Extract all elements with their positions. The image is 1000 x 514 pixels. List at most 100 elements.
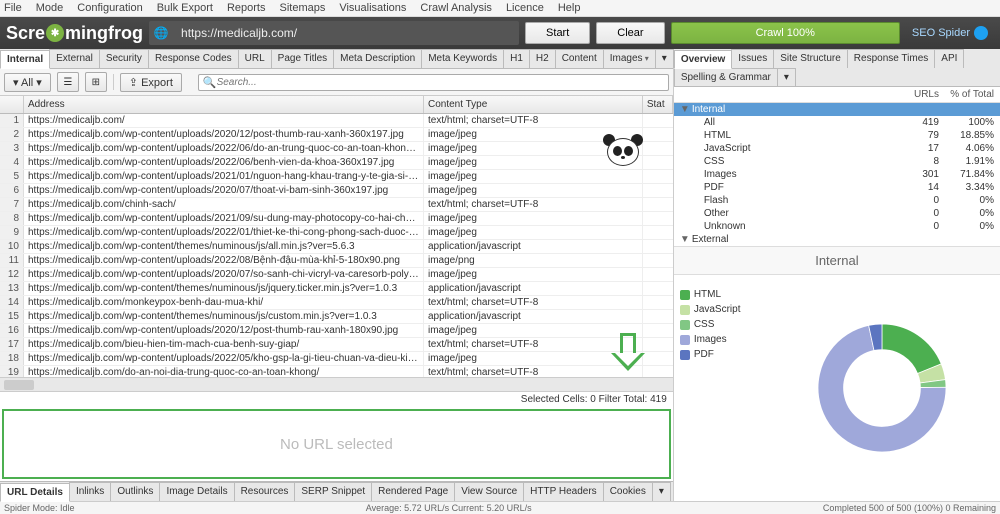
tab-meta-description[interactable]: Meta Description [333, 49, 422, 68]
menu-bulk-export[interactable]: Bulk Export [157, 2, 213, 14]
start-button[interactable]: Start [525, 22, 590, 44]
btab-resources[interactable]: Resources [234, 482, 296, 501]
row-content-type: image/jpeg [424, 268, 643, 281]
h-scrollbar[interactable] [0, 377, 673, 391]
tab-more-icon[interactable]: ▾ [655, 49, 674, 68]
tree-item-pdf[interactable]: PDF143.34% [674, 181, 1000, 194]
btab-outlinks[interactable]: Outlinks [110, 482, 160, 501]
table-row[interactable]: 14https://medicaljb.com/monkeypox-benh-d… [0, 296, 673, 310]
rtab-response-times[interactable]: Response Times [847, 49, 935, 68]
tab-external[interactable]: External [49, 49, 100, 68]
row-address: https://medicaljb.com/wp-content/themes/… [24, 310, 424, 323]
tree-item-css[interactable]: CSS81.91% [674, 155, 1000, 168]
btab-cookies[interactable]: Cookies [603, 482, 653, 501]
table-row[interactable]: 2https://medicaljb.com/wp-content/upload… [0, 128, 673, 142]
col-content-type[interactable]: Content Type [424, 96, 643, 113]
menu-configuration[interactable]: Configuration [77, 2, 142, 14]
table-row[interactable]: 5https://medicaljb.com/wp-content/upload… [0, 170, 673, 184]
rtab-spelling-&-grammar[interactable]: Spelling & Grammar [674, 68, 778, 86]
table-row[interactable]: 18https://medicaljb.com/wp-content/uploa… [0, 352, 673, 366]
tab-images[interactable]: Images [603, 49, 656, 68]
tree-external[interactable]: ▼External [674, 233, 1000, 246]
row-address: https://medicaljb.com/wp-content/uploads… [24, 324, 424, 337]
menu-help[interactable]: Help [558, 2, 581, 14]
tab-content[interactable]: Content [555, 49, 604, 68]
crawl-button[interactable]: Crawl 100% [671, 22, 900, 44]
row-index: 8 [0, 212, 24, 225]
rtab-more-icon[interactable]: ▾ [777, 68, 796, 86]
btab-view-source[interactable]: View Source [454, 482, 524, 501]
menu-file[interactable]: File [4, 2, 22, 14]
table-row[interactable]: 1https://medicaljb.com/text/html; charse… [0, 114, 673, 128]
rtab-site-structure[interactable]: Site Structure [773, 49, 848, 68]
table-row[interactable]: 7https://medicaljb.com/chinh-sach/text/h… [0, 198, 673, 212]
table-row[interactable]: 12https://medicaljb.com/wp-content/uploa… [0, 268, 673, 282]
row-status [643, 114, 673, 127]
menu-reports[interactable]: Reports [227, 2, 266, 14]
tab-h1[interactable]: H1 [503, 49, 530, 68]
menu-mode[interactable]: Mode [36, 2, 64, 14]
tab-h2[interactable]: H2 [529, 49, 556, 68]
tree-item-html[interactable]: HTML7918.85% [674, 129, 1000, 142]
arrow-down-icon [611, 333, 645, 373]
column-icon[interactable]: ☰ [57, 72, 79, 92]
rtab-issues[interactable]: Issues [731, 49, 774, 68]
col-address[interactable]: Address [24, 96, 424, 113]
search-input[interactable] [217, 77, 664, 88]
clear-button[interactable]: Clear [596, 22, 664, 44]
tab-page-titles[interactable]: Page Titles [271, 49, 334, 68]
tree-item-images[interactable]: Images30171.84% [674, 168, 1000, 181]
tab-url[interactable]: URL [238, 49, 272, 68]
btab-inlinks[interactable]: Inlinks [69, 482, 111, 501]
rtab-overview[interactable]: Overview [674, 50, 732, 69]
row-status [643, 142, 673, 155]
tree-item-all[interactable]: All419100% [674, 116, 1000, 129]
btab-rendered-page[interactable]: Rendered Page [371, 482, 455, 501]
btab-http-headers[interactable]: HTTP Headers [523, 482, 604, 501]
table-row[interactable]: 19https://medicaljb.com/do-an-noi-dia-tr… [0, 366, 673, 377]
row-status [643, 240, 673, 253]
table-row[interactable]: 13https://medicaljb.com/wp-content/theme… [0, 282, 673, 296]
table-row[interactable]: 17https://medicaljb.com/bieu-hien-tim-ma… [0, 338, 673, 352]
table-row[interactable]: 8https://medicaljb.com/wp-content/upload… [0, 212, 673, 226]
search-box[interactable]: 🔍 [198, 74, 669, 91]
table-row[interactable]: 3https://medicaljb.com/wp-content/upload… [0, 142, 673, 156]
tab-internal[interactable]: Internal [0, 50, 50, 69]
table-row[interactable]: 10https://medicaljb.com/wp-content/theme… [0, 240, 673, 254]
table-row[interactable]: 11https://medicaljb.com/wp-content/uploa… [0, 254, 673, 268]
row-index: 6 [0, 184, 24, 197]
rtab-api[interactable]: API [934, 49, 964, 68]
btab-url-details[interactable]: URL Details [0, 483, 70, 502]
donut-slice-html[interactable] [882, 324, 941, 374]
tab-security[interactable]: Security [99, 49, 149, 68]
tree-internal[interactable]: ▼Internal [674, 103, 1000, 116]
tree-icon[interactable]: ⊞ [85, 72, 107, 92]
url-input[interactable] [173, 21, 519, 45]
tree-item-other[interactable]: Other00% [674, 207, 1000, 220]
row-address: https://medicaljb.com/wp-content/uploads… [24, 254, 424, 267]
btab-serp-snippet[interactable]: SERP Snippet [294, 482, 372, 501]
table-row[interactable]: 15https://medicaljb.com/wp-content/theme… [0, 310, 673, 324]
menu-crawl-analysis[interactable]: Crawl Analysis [420, 2, 492, 14]
tree-item-javascript[interactable]: JavaScript174.06% [674, 142, 1000, 155]
menu-sitemaps[interactable]: Sitemaps [279, 2, 325, 14]
twitter-icon[interactable] [974, 26, 988, 40]
table-row[interactable]: 9https://medicaljb.com/wp-content/upload… [0, 226, 673, 240]
btab-image-details[interactable]: Image Details [159, 482, 234, 501]
table-row[interactable]: 4https://medicaljb.com/wp-content/upload… [0, 156, 673, 170]
tree-item-unknown[interactable]: Unknown00% [674, 220, 1000, 233]
tab-meta-keywords[interactable]: Meta Keywords [421, 49, 504, 68]
col-status[interactable]: Stat [643, 96, 673, 113]
col-index[interactable] [0, 96, 24, 113]
filter-dropdown[interactable]: ▾ All ▾ [4, 73, 51, 92]
tree-item-flash[interactable]: Flash00% [674, 194, 1000, 207]
export-button[interactable]: ⇪ Export [120, 73, 182, 92]
menu-visualisations[interactable]: Visualisations [339, 2, 406, 14]
globe-icon[interactable]: 🌐 [149, 21, 173, 45]
btab-more-icon[interactable]: ▾ [652, 482, 671, 501]
tab-response-codes[interactable]: Response Codes [148, 49, 239, 68]
table-row[interactable]: 16https://medicaljb.com/wp-content/uploa… [0, 324, 673, 338]
table-row[interactable]: 6https://medicaljb.com/wp-content/upload… [0, 184, 673, 198]
menu-licence[interactable]: Licence [506, 2, 544, 14]
row-content-type: application/javascript [424, 240, 643, 253]
